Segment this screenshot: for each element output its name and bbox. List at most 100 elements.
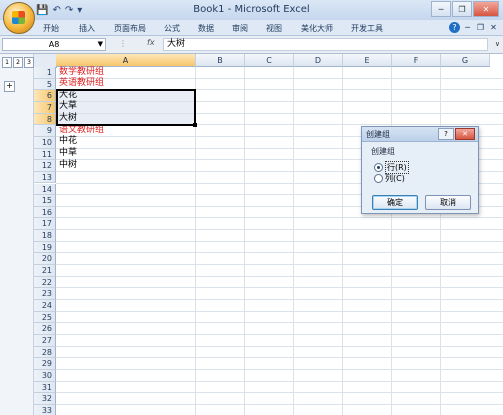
group-label: 创建组	[371, 147, 395, 156]
ribbon-controls: ? ─ ❐ ✕	[449, 22, 499, 33]
column-header-e[interactable]: E	[343, 54, 392, 67]
worksheet-grid[interactable]: ABCDEFG 1 数学教研组 5 英语教研组 6 大花 7 大草 8 大树 9 语文教研组 10 中花 1…	[34, 54, 503, 415]
row-header-22[interactable]: 22	[34, 276, 56, 289]
chevron-down-icon[interactable]: ▼	[98, 39, 103, 50]
tab-developer[interactable]: 开发工具	[351, 23, 383, 34]
grid-hline	[56, 322, 503, 324]
column-header-c[interactable]: C	[245, 54, 294, 67]
grid-hline	[56, 229, 503, 231]
column-header-d[interactable]: D	[294, 54, 343, 67]
tab-home[interactable]: 开始	[43, 23, 59, 34]
expand-formula-icon[interactable]: ∨	[495, 40, 500, 48]
grid-hline	[56, 357, 503, 359]
cell-a5[interactable]: 英语教研组	[59, 78, 104, 90]
restore-icon[interactable]: ❐	[452, 1, 472, 17]
dialog-close-icon[interactable]: ✕	[455, 128, 475, 140]
radio-columns-dot[interactable]	[374, 174, 383, 183]
selection-border	[56, 89, 196, 127]
name-box[interactable]: A8 ▼	[2, 38, 106, 51]
cancel-button[interactable]: 取消	[425, 195, 471, 210]
cell-a12[interactable]: 中树	[59, 160, 77, 172]
cell-a1[interactable]: 数学教研组	[59, 67, 104, 79]
close-icon[interactable]: ✕	[473, 1, 499, 17]
ribbon-restore-icon[interactable]: ❐	[475, 22, 486, 33]
row-header-14[interactable]: 14	[34, 183, 56, 196]
ribbon-close-icon[interactable]: ✕	[488, 22, 499, 33]
cell-a11[interactable]: 中草	[59, 148, 77, 160]
tab-page-layout[interactable]: 页面布局	[114, 23, 146, 34]
grid-hline	[56, 368, 503, 370]
row-header-6[interactable]: 6	[34, 90, 56, 102]
insert-function-button[interactable]: fx	[147, 38, 155, 47]
expand-group-icon[interactable]: +	[4, 81, 15, 92]
minimize-icon[interactable]: ─	[431, 1, 451, 17]
dialog-title-bar[interactable]: 创建组 ? ✕	[362, 127, 478, 142]
name-box-value: A8	[48, 40, 60, 49]
grid-hline	[56, 380, 503, 382]
formula-input[interactable]: 大树	[163, 38, 488, 51]
row-header-16[interactable]: 16	[34, 206, 56, 219]
outline-levels: 1 2 3	[2, 57, 34, 68]
tab-beautify-master[interactable]: 美化大师	[301, 23, 333, 34]
outline-level-2[interactable]: 2	[13, 57, 23, 68]
row-header-33[interactable]: 33	[34, 404, 56, 415]
column-header-a[interactable]: A	[56, 54, 196, 67]
row-header-10[interactable]: 10	[34, 136, 56, 149]
grid-hline	[56, 299, 503, 300]
grid-hline	[56, 264, 503, 266]
row-header-9[interactable]: 9	[34, 125, 56, 137]
cell-a10[interactable]: 中花	[59, 136, 77, 148]
ok-button[interactable]: 确定	[372, 195, 418, 210]
row-header-15[interactable]: 15	[34, 195, 56, 207]
select-all-corner[interactable]	[34, 54, 57, 68]
tab-review[interactable]: 审阅	[232, 23, 248, 34]
row-header-30[interactable]: 30	[34, 369, 56, 382]
tab-view[interactable]: 视图	[266, 23, 282, 34]
dialog-help-icon[interactable]: ?	[438, 128, 454, 140]
row-header-11[interactable]: 11	[34, 148, 56, 161]
row-header-17[interactable]: 17	[34, 218, 56, 231]
row-header-18[interactable]: 18	[34, 230, 56, 242]
grid-hline	[56, 275, 503, 277]
fill-handle[interactable]	[193, 123, 197, 128]
create-group-dialog: 创建组 ? ✕ 创建组 行(R) 列(C) 确定 取消	[361, 126, 479, 214]
tab-formulas[interactable]: 公式	[164, 23, 180, 34]
row-header-8[interactable]: 8	[34, 113, 56, 126]
row-header-28[interactable]: 28	[34, 346, 56, 359]
row-header-26[interactable]: 26	[34, 323, 56, 335]
grid-hline	[56, 287, 503, 289]
row-header-20[interactable]: 20	[34, 253, 56, 266]
row-header-12[interactable]: 12	[34, 160, 56, 172]
row-header-19[interactable]: 19	[34, 241, 56, 254]
tab-data[interactable]: 数据	[198, 23, 214, 34]
cell-a9[interactable]: 语文教研组	[59, 125, 104, 137]
outline-level-1[interactable]: 1	[2, 57, 12, 68]
row-header-1[interactable]: 1	[34, 67, 56, 79]
radio-columns[interactable]: 列(C)	[374, 173, 405, 184]
row-header-23[interactable]: 23	[34, 288, 56, 300]
row-header-24[interactable]: 24	[34, 300, 56, 312]
row-header-25[interactable]: 25	[34, 311, 56, 324]
row-header-31[interactable]: 31	[34, 381, 56, 394]
radio-rows-dot[interactable]	[374, 163, 383, 172]
tab-insert[interactable]: 插入	[79, 23, 95, 34]
row-header-21[interactable]: 21	[34, 265, 56, 277]
row-header-29[interactable]: 29	[34, 358, 56, 370]
row-header-7[interactable]: 7	[34, 101, 56, 114]
ribbon-tabs: 开始 插入 页面布局 公式 数据 审阅 视图 美化大师 开发工具 ? ─ ❐ ✕	[0, 20, 503, 36]
formula-separator: ⋮	[119, 39, 127, 48]
row-header-5[interactable]: 5	[34, 78, 56, 91]
outline-panel: 1 2 3 +	[0, 54, 34, 415]
outline-level-3[interactable]: 3	[24, 57, 34, 68]
row-header-32[interactable]: 32	[34, 393, 56, 405]
column-header-f[interactable]: F	[392, 54, 441, 67]
radio-columns-label: 列(C)	[385, 174, 405, 183]
window-controls: ─ ❐ ✕	[431, 1, 499, 17]
office-button[interactable]	[3, 2, 35, 34]
help-icon[interactable]: ?	[449, 22, 460, 33]
row-header-13[interactable]: 13	[34, 171, 56, 184]
column-header-b[interactable]: B	[196, 54, 245, 67]
row-header-27[interactable]: 27	[34, 334, 56, 347]
column-header-g[interactable]: G	[441, 54, 490, 67]
ribbon-minimize-icon[interactable]: ─	[462, 22, 473, 33]
